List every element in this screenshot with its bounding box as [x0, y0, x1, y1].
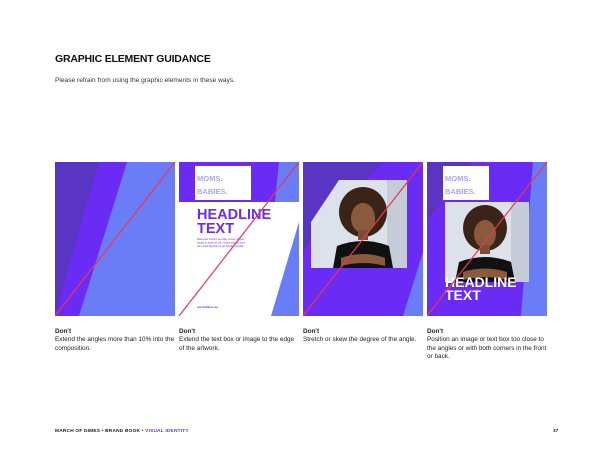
example-panel-1 [55, 162, 175, 316]
moms-text: MOMS. [197, 174, 222, 183]
example-artwork-3 [303, 162, 423, 316]
moms-text: MOMS. [445, 174, 470, 183]
footer-brand: MARCH OF DIMES [55, 429, 101, 434]
intro-text: Please refrain from using the graphic el… [55, 77, 235, 84]
example-artwork-1 [55, 162, 175, 316]
caption-label: Don't [55, 328, 72, 335]
page-number: 37 [553, 429, 559, 434]
caption-label: Don't [303, 328, 320, 335]
babies-text: BABIES. [445, 187, 475, 196]
caption-2: Don't Extend the text box or image to th… [179, 328, 301, 353]
footer-section: VISUAL IDENTITY [145, 429, 189, 434]
headline-line-2: TEXT [445, 287, 481, 303]
caption-label: Don't [427, 328, 444, 335]
photo-woman-portrait [445, 202, 529, 282]
caption-3: Don't Stretch or skew the degree of the … [303, 328, 427, 345]
example-panel-2: MOMS. BABIES. HEADLINE TEXT Maecenas id … [179, 162, 299, 316]
footer-book: BRAND BOOK [105, 429, 141, 434]
example-panel-3 [303, 162, 423, 316]
caption-text: Extend the angles more than 10% into the… [55, 336, 175, 352]
example-panel-4: MOMS. BABIES. HEADLINE TEXT [427, 162, 547, 316]
caption-text: Stretch or skew the degree of the angle. [303, 336, 417, 344]
babies-text: BABIES. [197, 187, 227, 196]
caption-label: Don't [179, 328, 196, 335]
headline-line-2: TEXT [197, 221, 234, 237]
body-line-3: nec metus dignissim at est faucibus grav… [197, 245, 244, 248]
url-text: marchofdimes.org [197, 306, 218, 309]
caption-text: Position an image or text box too close … [427, 336, 547, 361]
example-artwork-2: MOMS. BABIES. HEADLINE TEXT Maecenas id … [179, 162, 299, 316]
example-artwork-4: MOMS. BABIES. HEADLINE TEXT [427, 162, 547, 316]
caption-1: Don't Extend the angles more than 10% in… [55, 328, 177, 353]
caption-4: Don't Position an image or text box too … [427, 328, 549, 362]
footer: MARCH OF DIMES • BRAND BOOK • VISUAL IDE… [55, 429, 189, 434]
caption-text: Extend the text box or image to the edge… [179, 336, 295, 352]
page-title: GRAPHIC ELEMENT GUIDANCE [55, 53, 211, 65]
